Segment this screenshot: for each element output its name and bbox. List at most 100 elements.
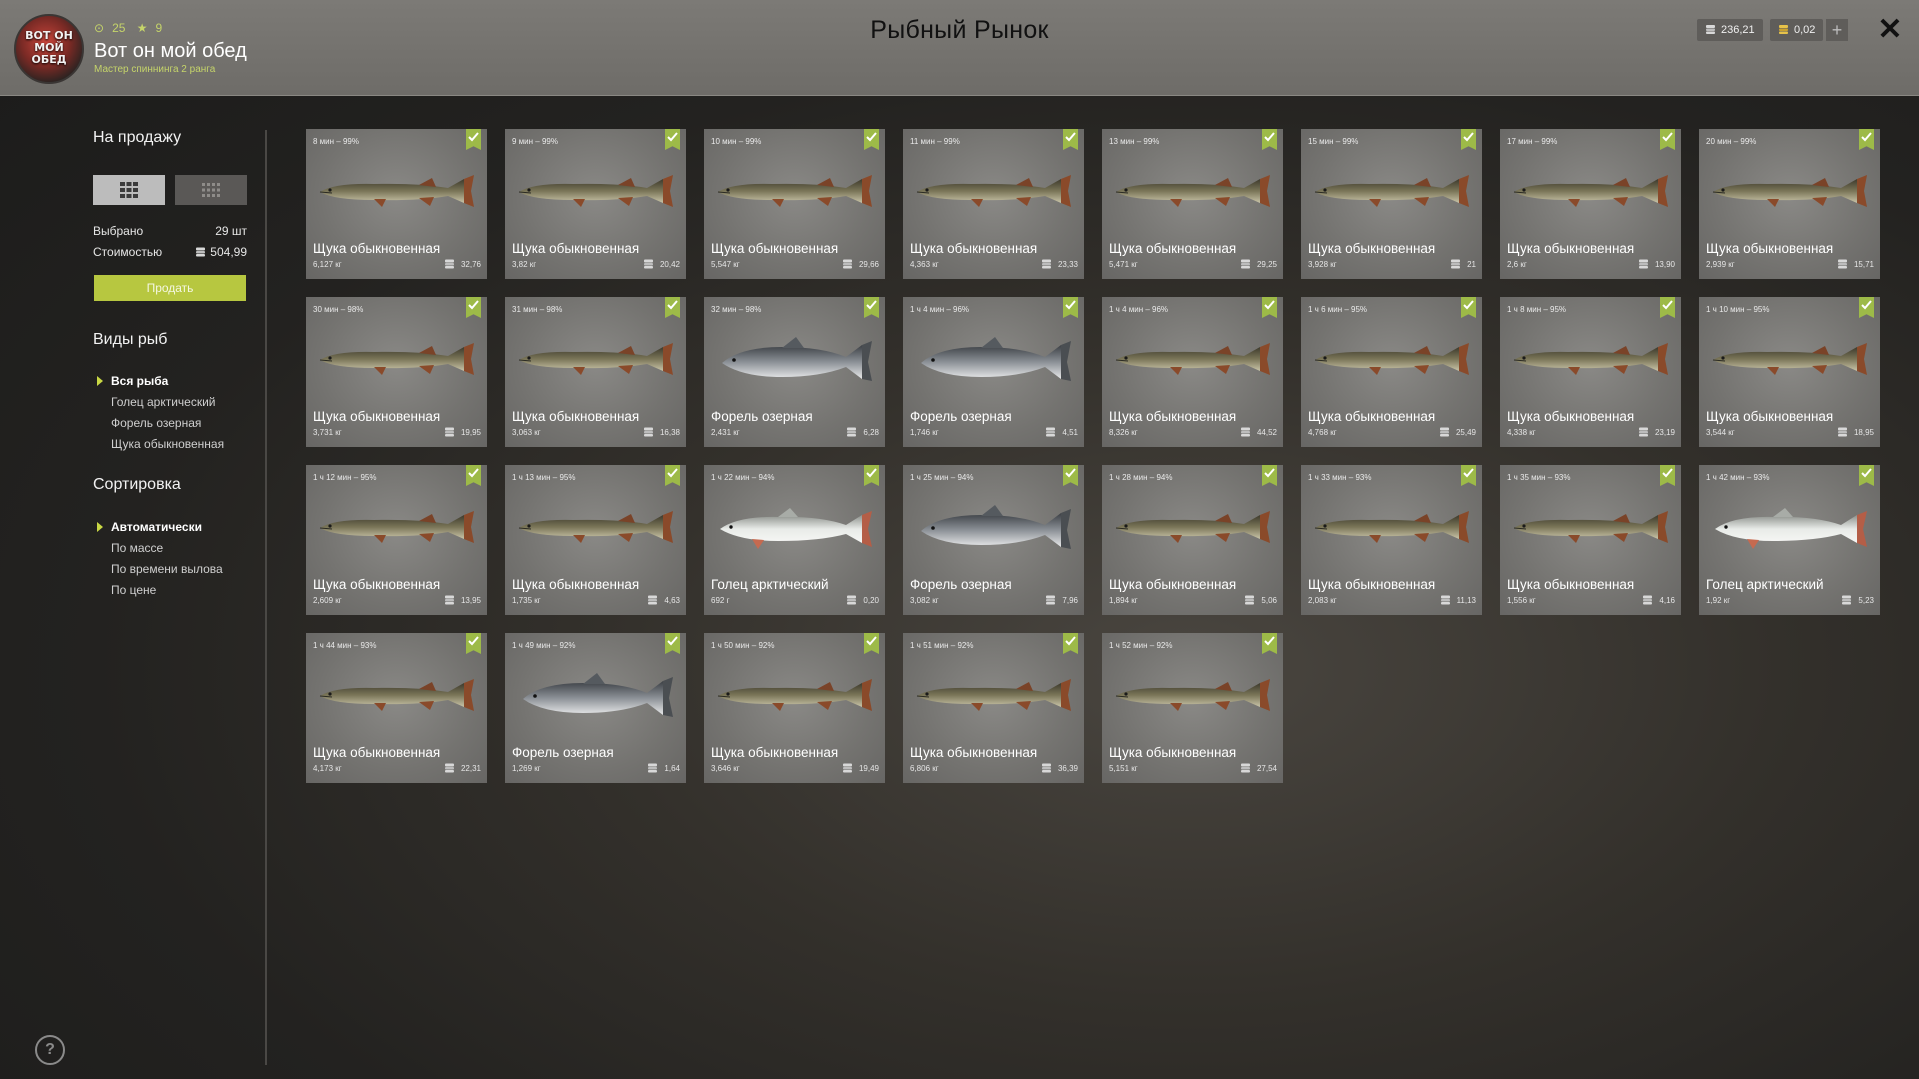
fish-card[interactable]: 1 ч 13 мин – 95% Щука обыкновенная 1,735 к… xyxy=(505,465,686,615)
coin-stack-icon xyxy=(1046,595,1056,605)
fish-card[interactable]: 1 ч 6 мин – 95% Щука обыкновенная 4,768 кг… xyxy=(1301,297,1482,447)
fish-name: Щука обыкновенная xyxy=(1308,577,1436,592)
price-value: 36,39 xyxy=(1057,764,1078,773)
large-grid-icon xyxy=(120,182,138,198)
selected-checkmark-icon[interactable] xyxy=(864,297,879,318)
pike-fish-image xyxy=(1110,335,1275,383)
large-grid-view-button[interactable] xyxy=(93,175,165,205)
fish-card[interactable]: 9 мин – 99% Щука обыкновенная 3,82 кг 20,42 xyxy=(505,129,686,279)
species-label: Вся рыба xyxy=(111,374,169,388)
species-filter-all[interactable]: Вся рыба xyxy=(97,374,169,388)
selected-checkmark-icon[interactable] xyxy=(466,129,481,150)
help-button[interactable]: ? xyxy=(35,1035,65,1065)
fish-card[interactable]: 1 ч 35 мин – 93% Щука обыкновенная 1,556 к… xyxy=(1500,465,1681,615)
sort-label: Автоматически xyxy=(111,520,202,534)
selected-checkmark-icon[interactable] xyxy=(1063,465,1078,486)
selected-checkmark-icon[interactable] xyxy=(864,129,879,150)
fish-card[interactable]: 20 мин – 99% Щука обыкновенная 2,939 кг 15,… xyxy=(1699,129,1880,279)
sort-auto[interactable]: Автоматически xyxy=(97,520,202,534)
fish-card[interactable]: 32 мин – 98% Форель озерная 2,431 кг 6,28 xyxy=(704,297,885,447)
fish-card[interactable]: 1 ч 4 мин – 96% Форель озерная 1,746 кг 4,5… xyxy=(903,297,1084,447)
selected-checkmark-icon[interactable] xyxy=(665,129,680,150)
selected-checkmark-icon[interactable] xyxy=(1660,129,1675,150)
fish-card[interactable]: 10 мин – 99% Щука обыкновенная 5,547 кг 29,… xyxy=(704,129,885,279)
selected-checkmark-icon[interactable] xyxy=(1461,465,1476,486)
fish-card[interactable]: 1 ч 12 мин – 95% Щука обыкновенная 2,609 к… xyxy=(306,465,487,615)
sort-by-price[interactable]: По цене xyxy=(111,583,156,597)
catch-time: 17 мин – 99% xyxy=(1507,137,1558,146)
selected-checkmark-icon[interactable] xyxy=(1859,129,1874,150)
fish-name: Форель озерная xyxy=(711,409,813,424)
fish-price: 21 xyxy=(1450,259,1476,269)
sort-label: По массе xyxy=(111,541,164,555)
selected-checkmark-icon[interactable] xyxy=(1859,297,1874,318)
species-filter-arctic-char[interactable]: Голец арктический xyxy=(111,395,216,409)
selected-checkmark-icon[interactable] xyxy=(864,465,879,486)
selected-checkmark-icon[interactable] xyxy=(466,633,481,654)
fish-card[interactable]: 17 мин – 99% Щука обыкновенная 2,6 кг 13,90 xyxy=(1500,129,1681,279)
fish-card[interactable]: 1 ч 4 мин – 96% Щука обыкновенная 8,326 кг… xyxy=(1102,297,1283,447)
small-grid-view-button[interactable] xyxy=(175,175,247,205)
sort-by-weight[interactable]: По массе xyxy=(111,541,163,555)
catch-time: 1 ч 33 мин – 93% xyxy=(1308,473,1372,482)
species-filter-pike[interactable]: Щука обыкновенная xyxy=(111,437,224,451)
fish-card[interactable]: 8 мин – 99% Щука обыкновенная 6,127 кг 32,7… xyxy=(306,129,487,279)
fish-card[interactable]: 1 ч 52 мин – 92% Щука обыкновенная 5,151 к… xyxy=(1102,633,1283,783)
selected-checkmark-icon[interactable] xyxy=(665,633,680,654)
fish-card[interactable]: 1 ч 42 мин – 93% Голец арктический 1,92 кг… xyxy=(1699,465,1880,615)
pike-fish-image xyxy=(513,503,678,551)
selected-checkmark-icon[interactable] xyxy=(1262,129,1277,150)
fish-card[interactable]: 1 ч 10 мин – 95% Щука обыкновенная 3,544 к… xyxy=(1699,297,1880,447)
fish-card[interactable]: 1 ч 25 мин – 94% Форель озерная 3,082 кг 7,… xyxy=(903,465,1084,615)
fish-weight: 3,082 кг xyxy=(910,596,939,605)
fish-card[interactable]: 1 ч 8 мин – 95% Щука обыкновенная 4,338 кг… xyxy=(1500,297,1681,447)
selected-checkmark-icon[interactable] xyxy=(1262,297,1277,318)
price-value: 29,66 xyxy=(858,260,879,269)
catch-time: 1 ч 51 мин – 92% xyxy=(910,641,974,650)
selected-checkmark-icon[interactable] xyxy=(864,633,879,654)
fish-weight: 1,92 кг xyxy=(1706,596,1731,605)
selected-checkmark-icon[interactable] xyxy=(1063,297,1078,318)
fish-price: 13,90 xyxy=(1638,259,1675,269)
selected-label: Выбрано xyxy=(93,224,144,238)
fish-card[interactable]: 11 мин – 99% Щука обыкновенная 4,363 кг 23,… xyxy=(903,129,1084,279)
fish-card[interactable]: 1 ч 22 мин – 94% Голец арктический 692 г 0,… xyxy=(704,465,885,615)
selected-checkmark-icon[interactable] xyxy=(665,297,680,318)
fish-card[interactable]: 1 ч 50 мин – 92% Щука обыкновенная 3,646 к… xyxy=(704,633,885,783)
close-button[interactable]: ✕ xyxy=(1874,14,1906,46)
selected-checkmark-icon[interactable] xyxy=(1063,129,1078,150)
fish-card[interactable]: 15 мин – 99% Щука обыкновенная 3,928 кг 21 xyxy=(1301,129,1482,279)
fish-card[interactable]: 1 ч 44 мин – 93% Щука обыкновенная 4,173 к… xyxy=(306,633,487,783)
fish-name: Щука обыкновенная xyxy=(313,577,441,592)
fish-card[interactable]: 13 мин – 99% Щука обыкновенная 5,471 кг 29,… xyxy=(1102,129,1283,279)
price-value: 29,25 xyxy=(1256,260,1277,269)
fish-card[interactable]: 1 ч 49 мин – 92% Форель озерная 1,269 кг 1,… xyxy=(505,633,686,783)
selected-checkmark-icon[interactable] xyxy=(1262,465,1277,486)
pike-fish-image xyxy=(712,167,877,215)
selected-checkmark-icon[interactable] xyxy=(665,465,680,486)
selected-checkmark-icon[interactable] xyxy=(1063,633,1078,654)
fish-card[interactable]: 1 ч 33 мин – 93% Щука обыкновенная 2,083 к… xyxy=(1301,465,1482,615)
selected-checkmark-icon[interactable] xyxy=(1660,297,1675,318)
species-filter-lake-trout[interactable]: Форель озерная xyxy=(111,416,201,430)
selected-checkmark-icon[interactable] xyxy=(1461,129,1476,150)
selected-checkmark-icon[interactable] xyxy=(1660,465,1675,486)
cost-label: Стоимостью xyxy=(93,245,163,259)
selected-checkmark-icon[interactable] xyxy=(1262,633,1277,654)
fish-card[interactable]: 30 мин – 98% Щука обыкновенная 3,731 кг 19,… xyxy=(306,297,487,447)
catch-time: 32 мин – 98% xyxy=(711,305,762,314)
selected-checkmark-icon[interactable] xyxy=(466,465,481,486)
fish-card[interactable]: 1 ч 51 мин – 92% Щука обыкновенная 6,806 к… xyxy=(903,633,1084,783)
selected-checkmark-icon[interactable] xyxy=(1859,465,1874,486)
price-value: 13,95 xyxy=(460,596,481,605)
fish-price: 11,13 xyxy=(1440,595,1476,605)
fish-card[interactable]: 31 мин – 98% Щука обыкновенная 3,063 кг 16,… xyxy=(505,297,686,447)
add-currency-button[interactable]: + xyxy=(1826,19,1848,41)
sort-by-catch-time[interactable]: По времени вылова xyxy=(111,562,223,576)
pike-fish-image xyxy=(712,671,877,719)
selected-checkmark-icon[interactable] xyxy=(466,297,481,318)
sell-button[interactable]: Продать xyxy=(94,275,246,301)
pike-fish-image xyxy=(1309,503,1474,551)
selected-checkmark-icon[interactable] xyxy=(1461,297,1476,318)
fish-card[interactable]: 1 ч 28 мин – 94% Щука обыкновенная 1,894 к… xyxy=(1102,465,1283,615)
